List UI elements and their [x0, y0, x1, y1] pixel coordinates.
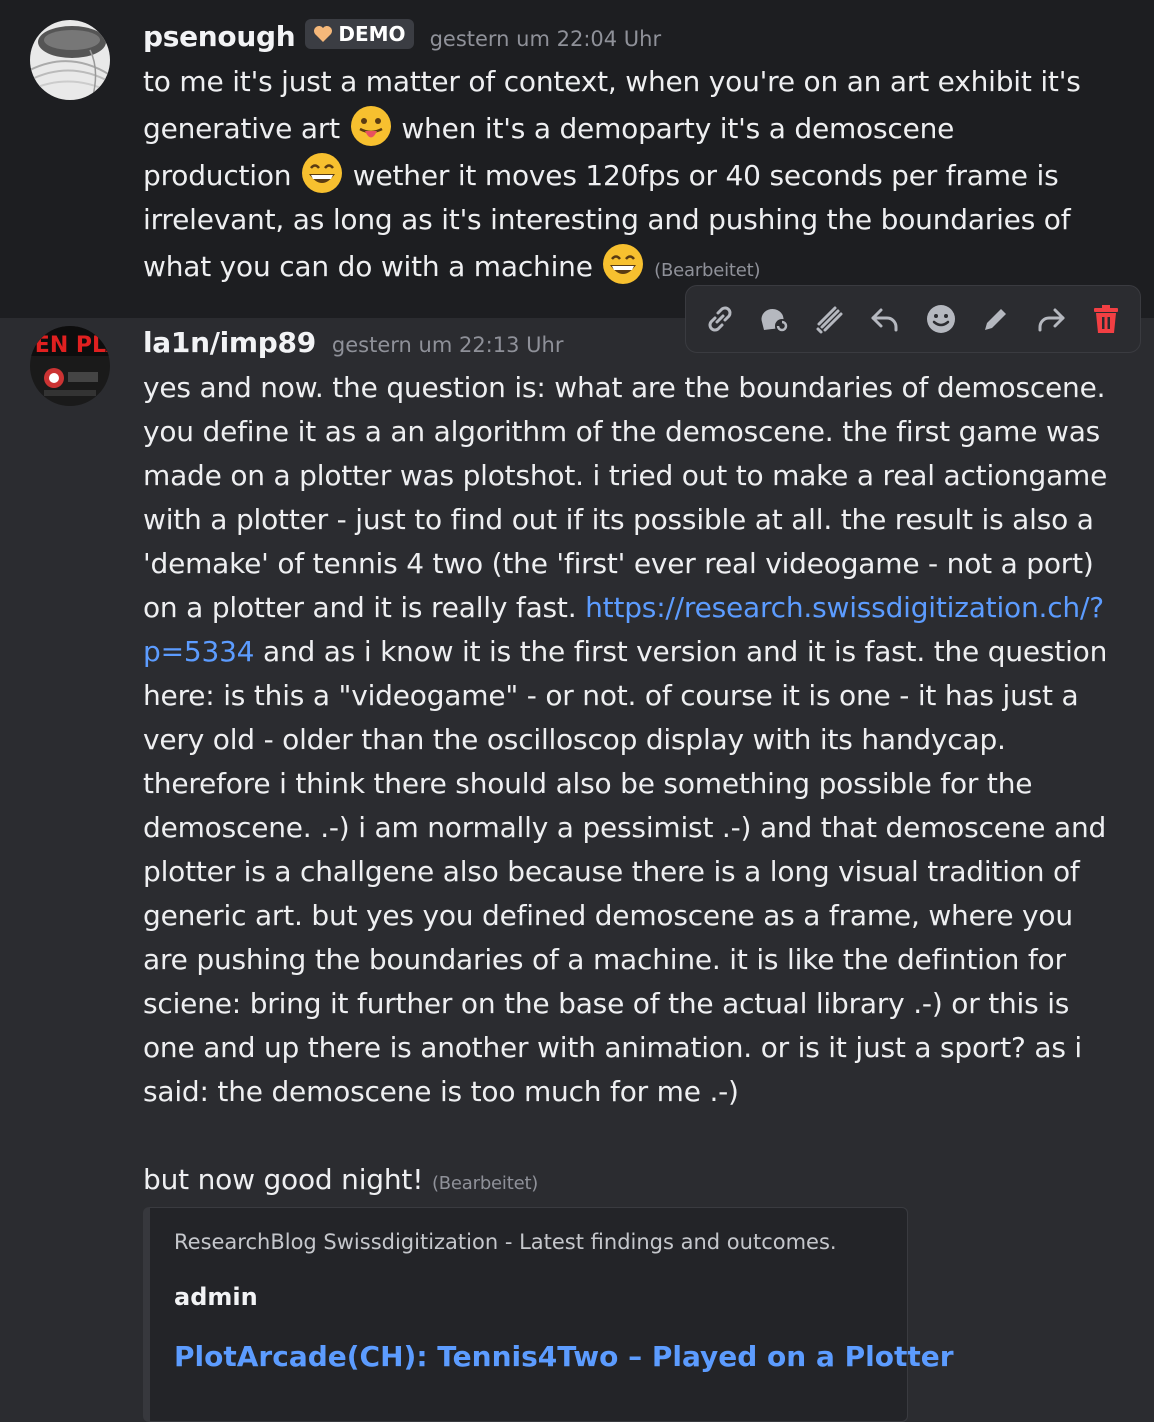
- embed-title-link[interactable]: PlotArcade(CH): Tennis4Two – Played on a…: [174, 1340, 954, 1373]
- forward-button[interactable]: [1028, 296, 1074, 342]
- message-content: to me it's just a matter of context, whe…: [143, 60, 1103, 293]
- message-content: yes and now. the question is: what are t…: [143, 366, 1118, 1206]
- avatar-logo-text: UEN PLA: [30, 333, 110, 358]
- message-actions-toolbar: [685, 285, 1141, 353]
- avatar[interactable]: UEN PLA: [30, 326, 110, 406]
- edited-label: (Bearbeitet): [431, 1173, 539, 1194]
- reply-button[interactable]: [862, 296, 908, 342]
- demo-badge[interactable]: DEMO: [305, 19, 414, 49]
- delete-button[interactable]: [1083, 296, 1129, 342]
- super-reaction-icon: [816, 306, 843, 334]
- link-icon: [708, 306, 732, 332]
- message-text: and as i know it is the first version an…: [143, 635, 1108, 1108]
- badge-label: DEMO: [338, 22, 406, 46]
- embed-provider: ResearchBlog Swissdigitization - Latest …: [174, 1230, 837, 1254]
- copy-link-button[interactable]: [697, 296, 743, 342]
- emoji-icon: [926, 305, 955, 333]
- create-thread-button[interactable]: [752, 296, 798, 342]
- reply-icon: [871, 308, 898, 332]
- edited-label: (Bearbeitet): [654, 260, 761, 281]
- thread-icon: [761, 309, 789, 333]
- username[interactable]: la1n/imp89: [143, 326, 316, 359]
- grin-emoji-icon[interactable]: [601, 242, 645, 286]
- timestamp[interactable]: gestern um 22:13 Uhr: [332, 333, 564, 357]
- grin-emoji-icon[interactable]: [300, 151, 344, 195]
- heart-icon: [314, 26, 333, 42]
- avatar[interactable]: [30, 20, 110, 100]
- super-reaction-button[interactable]: [807, 296, 853, 342]
- link-embed: ResearchBlog Swissdigitization - Latest …: [143, 1207, 954, 1422]
- message-text: yes and now. the question is: what are t…: [143, 371, 1108, 624]
- message-1[interactable]: psenough DEMO gestern um 22:04 Uhr to me…: [0, 0, 1154, 318]
- add-reaction-button[interactable]: [918, 296, 964, 342]
- username[interactable]: psenough: [143, 20, 296, 53]
- tongue-emoji-icon[interactable]: [349, 104, 393, 148]
- forward-icon: [1038, 308, 1065, 332]
- timestamp[interactable]: gestern um 22:04 Uhr: [430, 27, 662, 51]
- edit-icon: [984, 309, 1006, 330]
- embed-author: admin: [174, 1283, 258, 1311]
- edit-button[interactable]: [973, 296, 1019, 342]
- delete-icon: [1094, 305, 1119, 333]
- message-text: but now good night!: [143, 1163, 424, 1196]
